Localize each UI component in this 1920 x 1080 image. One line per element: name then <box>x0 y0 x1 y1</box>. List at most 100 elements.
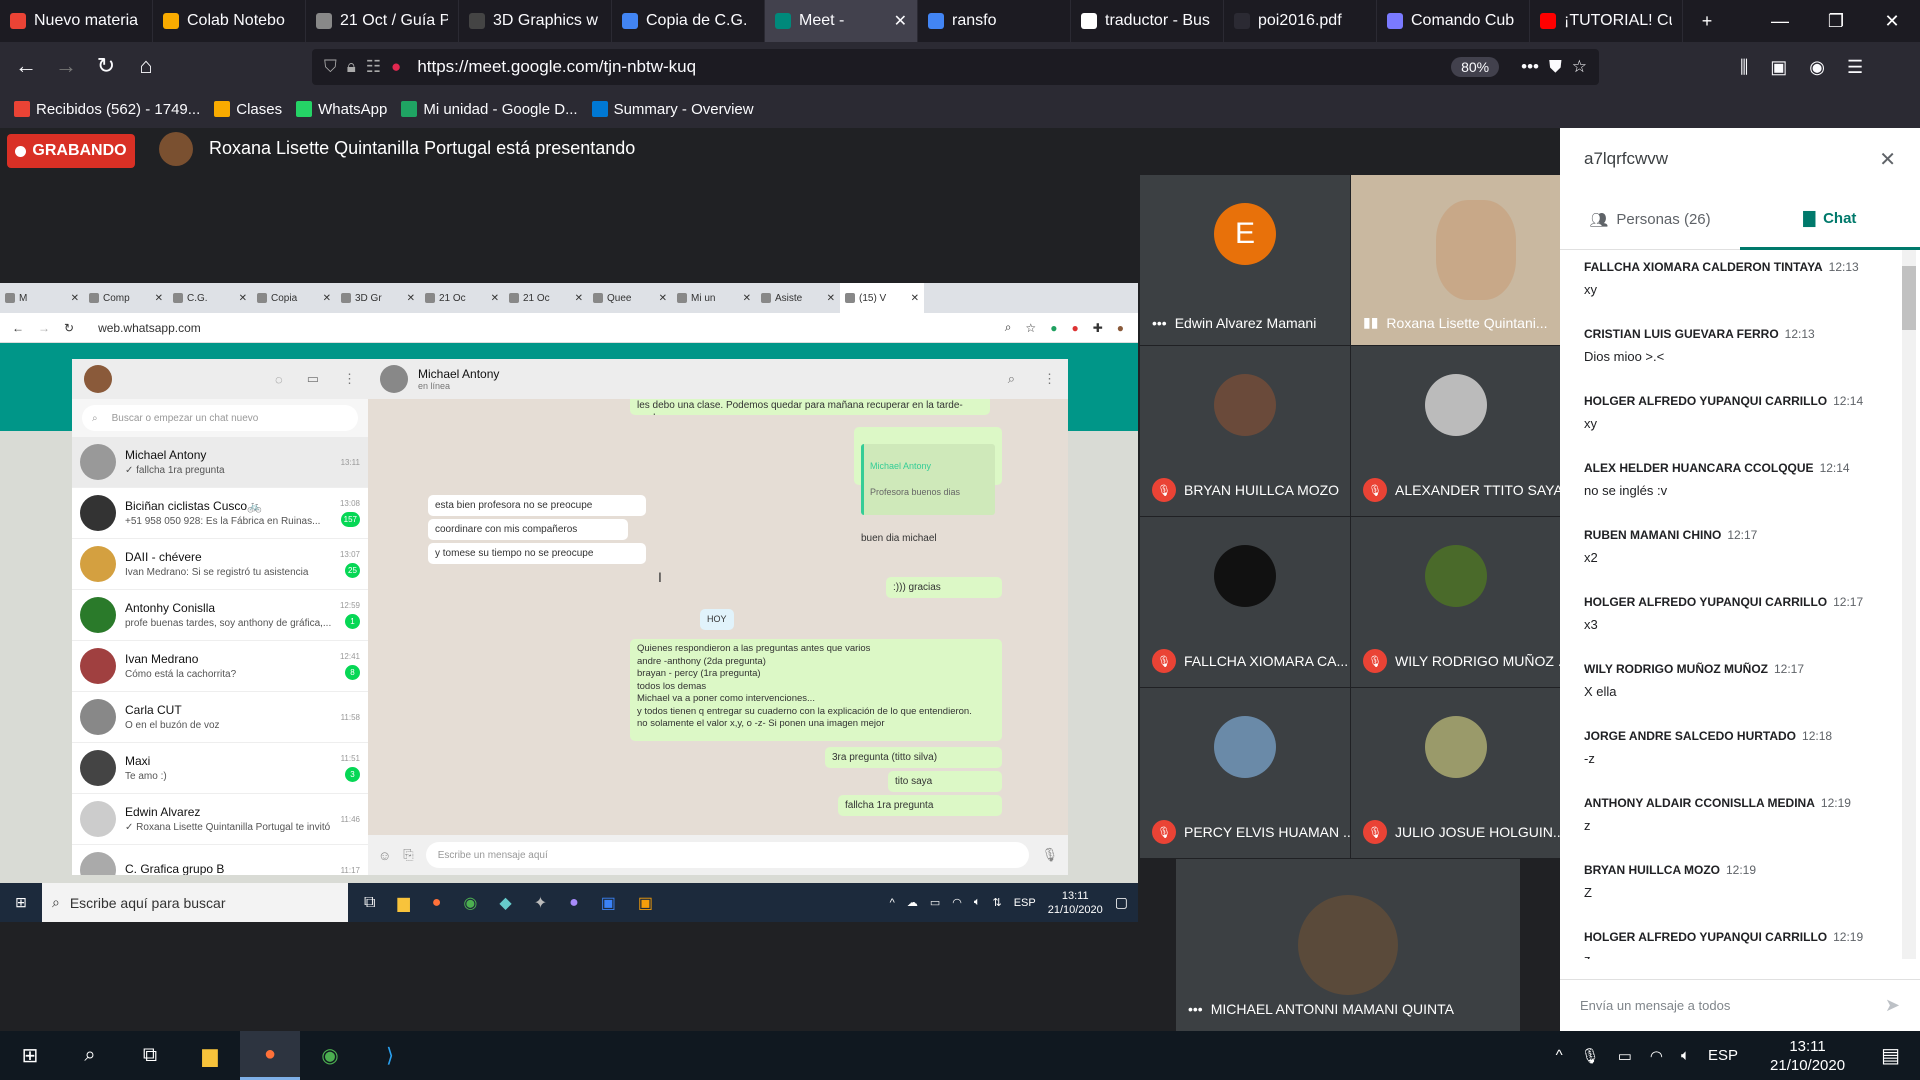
conversation-menu-icon[interactable]: ⋮ <box>1043 371 1056 387</box>
sidebar-icon[interactable]: ▣ <box>1770 57 1787 78</box>
mic-permission-icon[interactable]: ● <box>391 57 401 77</box>
browser-tab[interactable]: traductor - Bus <box>1071 0 1224 42</box>
status-icon[interactable]: ◌ <box>275 372 283 387</box>
browser-tab[interactable]: 21 Oct / Guía P <box>306 0 459 42</box>
conversation-search-icon[interactable]: ⌕ <box>1008 371 1015 387</box>
pocket-icon[interactable]: ⛊ <box>1549 57 1562 77</box>
contact-status: en línea <box>418 381 451 391</box>
restore-icon[interactable]: ❐ <box>1808 0 1864 42</box>
shared-tab-title: Comp <box>103 292 130 304</box>
message-sender: HOLGER ALFREDO YUPANQUI CARRILLO <box>1584 930 1828 944</box>
close-window-icon[interactable]: ✕ <box>1864 0 1920 42</box>
browser-tab[interactable]: ¡TUTORIAL! Cu <box>1530 0 1683 42</box>
account-icon[interactable]: ◉ <box>1809 57 1825 78</box>
browser-tab[interactable]: Copia de C.G. <box>612 0 765 42</box>
message-sender: ALEX HELDER HUANCARA CCOLQQUE <box>1584 461 1814 475</box>
my-avatar[interactable] <box>84 365 112 393</box>
participant-tile: 🎙︎ ALEXANDER TTITO SAYA <box>1351 346 1563 516</box>
close-tab-icon[interactable]: ✕ <box>894 11 907 31</box>
chat-input[interactable]: Envía un mensaje a todos <box>1580 998 1730 1013</box>
microphone-icon[interactable]: 🎙︎ <box>1581 1047 1600 1065</box>
chrome-icon[interactable]: ◉ <box>300 1031 360 1080</box>
browser-tab[interactable]: ransfo <box>918 0 1071 42</box>
vscode-icon[interactable]: ⟩ <box>360 1031 420 1080</box>
tab-people[interactable]: 👥︎ Personas (26) <box>1560 190 1740 250</box>
message-bubble: les debo una clase. Podemos quedar para … <box>630 399 990 415</box>
tray-chevron-icon[interactable]: ^ <box>1556 1047 1563 1064</box>
url-bar[interactable]: ⛉ 🔒︎ ☷ ● https://meet.google.com/tjn-nbt… <box>312 49 1599 85</box>
clock[interactable]: 13:11 21/10/2020 <box>1770 1037 1845 1075</box>
chat-message: HOLGER ALFREDO YUPANQUI CARRILLO 12:19 z <box>1560 920 1920 959</box>
bookmark-item[interactable]: Mi unidad - Google D... <box>401 101 578 118</box>
forward-icon[interactable]: → <box>48 48 84 84</box>
browser-tab[interactable]: 3D Graphics w <box>459 0 612 42</box>
home-icon[interactable]: ⌂ <box>128 48 164 84</box>
message-bubble: fallcha 1ra pregunta <box>838 795 1002 816</box>
new-chat-icon[interactable]: ▭ <box>307 371 319 387</box>
send-icon[interactable]: ➤ <box>1885 995 1900 1016</box>
search-icon[interactable]: ⌕ <box>60 1031 120 1080</box>
message-time: 12:14 <box>1819 461 1850 475</box>
page-actions-icon[interactable]: ••• <box>1521 57 1539 77</box>
bookmark-item[interactable]: Recibidos (562) - 1749... <box>14 101 200 118</box>
message-bubble: coordinare con mis compañeros <box>428 519 628 540</box>
compose-input[interactable]: Escribe un mensaje aquí <box>425 842 1030 868</box>
bookmark-star-icon[interactable]: ☆ <box>1572 57 1587 77</box>
new-tab-button[interactable]: + <box>1683 0 1731 42</box>
attach-icon[interactable]: ⎘ <box>403 847 413 863</box>
close-panel-icon[interactable]: ✕ <box>1879 147 1896 172</box>
tab-title: traductor - Bus <box>1105 12 1210 29</box>
reload-icon[interactable]: ↻ <box>88 48 124 84</box>
chat-preview: Te amo :) <box>125 771 167 782</box>
language-indicator[interactable]: ESP <box>1708 1047 1738 1064</box>
browser-tab[interactable]: Colab Notebo <box>153 0 306 42</box>
library-icon[interactable]: ⫼ <box>1740 57 1748 78</box>
chat-scrollbar[interactable] <box>1902 250 1916 959</box>
chat-message: WILY RODRIGO MUÑOZ MUÑOZ 12:17 X ella <box>1560 652 1920 719</box>
permissions-icon[interactable]: ☷ <box>366 57 381 77</box>
app-icon: ✦ <box>533 894 548 912</box>
bookmark-item[interactable]: Summary - Overview <box>591 101 754 118</box>
firefox-icon[interactable]: ● <box>240 1031 300 1080</box>
browser-tab[interactable]: Comando Cub <box>1377 0 1530 42</box>
search-input[interactable]: ⌕ Buscar o empezar un chat nuevo <box>82 405 358 431</box>
chat-name: Michael Antony <box>125 448 207 462</box>
zoom-level[interactable]: 80% <box>1451 57 1500 77</box>
notification-center-icon[interactable]: ▤ <box>1881 1043 1900 1068</box>
contact-avatar[interactable] <box>380 365 408 393</box>
side-panel: a7lqrfcwvw ✕ 👥︎ Personas (26) ▇ Chat FAL… <box>1560 128 1920 1031</box>
participant-avatar <box>1298 895 1398 995</box>
shared-tab-favicon-icon <box>593 293 603 303</box>
message-text: x2 <box>1584 550 1598 565</box>
mic-off-icon: 🎙︎ <box>1363 478 1387 502</box>
tab-chat[interactable]: ▇ Chat <box>1740 190 1920 250</box>
presenter-avatar <box>159 132 193 166</box>
firefox-icon: ● <box>431 893 442 911</box>
volume-icon[interactable]: 🔈︎ <box>1681 1047 1690 1064</box>
shared-tab-close-icon: ✕ <box>742 292 751 304</box>
browser-tab[interactable]: Nuevo materia <box>0 0 153 42</box>
shared-date: 21/10/2020 <box>1047 903 1103 916</box>
chat-message-list: FALLCHA XIOMARA CALDERON TINTAYA 12:13 xy C… <box>1560 250 1920 959</box>
browser-tab[interactable]: poi2016.pdf <box>1224 0 1377 42</box>
whatsapp-chat-item: Edwin Alvarez ✓ Roxana Lisette Quintanill… <box>72 794 368 845</box>
contact-name[interactable]: Michael Antony <box>418 367 998 381</box>
bookmark-item[interactable]: WhatsApp <box>296 101 387 118</box>
battery-icon[interactable]: ▭ <box>1618 1047 1632 1065</box>
menu-icon[interactable]: ☰ <box>1847 57 1863 78</box>
shared-tab-favicon-icon <box>173 293 183 303</box>
microphone-icon[interactable]: 🎙︎ <box>1041 847 1058 863</box>
back-icon[interactable]: ← <box>8 48 44 84</box>
message-bubble: y tomese su tiempo no se preocupe <box>428 543 646 564</box>
browser-tab[interactable]: Meet - ✕ <box>765 0 918 42</box>
shared-extension-icon: ● <box>1050 320 1058 335</box>
minimize-icon[interactable]: — <box>1752 0 1808 42</box>
task-view-icon[interactable]: ⧉ <box>120 1031 180 1080</box>
file-explorer-icon[interactable]: ▆ <box>180 1031 240 1080</box>
emoji-icon[interactable]: ☺ <box>378 848 391 863</box>
start-icon[interactable]: ⊞ <box>0 1031 60 1080</box>
network-icon[interactable]: ◠ <box>1650 1047 1663 1065</box>
participant-avatar <box>1214 716 1276 778</box>
bookmark-item[interactable]: Clases <box>214 101 282 118</box>
menu-dots-icon[interactable]: ⋮ <box>343 371 356 387</box>
